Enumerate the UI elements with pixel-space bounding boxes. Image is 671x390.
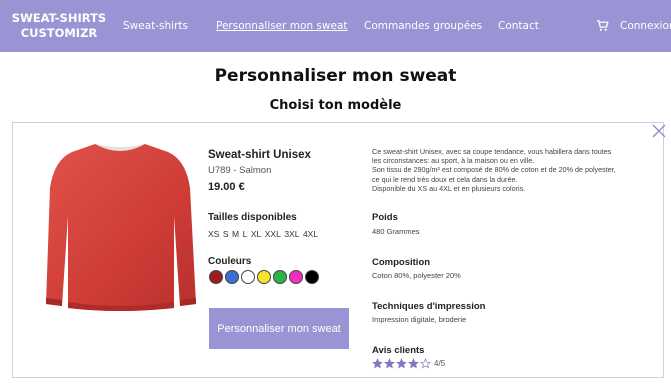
description-line: ce qui le rend très doux et cela dans la… — [372, 174, 518, 184]
size-option-4xl[interactable]: 4XL — [303, 229, 318, 239]
color-swatch-7[interactable] — [305, 270, 319, 284]
nav-link-sweat-shirts[interactable]: Sweat-shirts — [123, 20, 188, 32]
color-swatches — [209, 270, 319, 284]
customize-button[interactable]: Personnaliser mon sweat — [209, 308, 349, 349]
product-price: 19.00 € — [208, 181, 245, 193]
color-swatch-2[interactable] — [225, 270, 239, 284]
size-option-xxl[interactable]: XXL — [265, 229, 281, 239]
size-option-m[interactable]: M — [232, 229, 239, 239]
colors-label: Couleurs — [208, 256, 252, 267]
star-empty-icon — [420, 358, 431, 369]
star-filled-icon — [372, 358, 383, 369]
page-title: Personnaliser mon sweat — [214, 66, 457, 86]
size-list: XS S M L XL XXL 3XL 4XL — [208, 229, 318, 239]
description-line: Ce sweat-shirt Unisex, avec sa coupe ten… — [372, 147, 612, 156]
top-navbar: SWEAT-SHIRTS CUSTOMIZR Sweat-shirts Pers… — [0, 0, 671, 52]
description-line: Disponible du XS au 4XL et en plusieurs … — [372, 183, 526, 193]
rating-stars: 4/5 — [372, 358, 445, 369]
size-option-xl[interactable]: XL — [251, 229, 261, 239]
reviews-label: Avis clients — [372, 345, 425, 356]
product-name: Sweat-shirt Unisex — [208, 149, 311, 161]
printing-value: Impression digitale, broderie — [372, 315, 467, 324]
product-description: Ce sweat-shirt Unisex, avec sa coupe ten… — [372, 147, 652, 193]
nav-link-contact[interactable]: Contact — [498, 20, 539, 32]
composition-label: Composition — [372, 257, 431, 268]
star-filled-icon — [396, 358, 407, 369]
size-option-xs[interactable]: XS — [208, 229, 219, 239]
size-option-3xl[interactable]: 3XL — [284, 229, 299, 239]
rating-text: 4/5 — [434, 359, 446, 368]
color-swatch-4[interactable] — [257, 270, 271, 284]
close-icon[interactable] — [652, 124, 666, 138]
composition-value: Coton 80%, polyester 20% — [372, 271, 461, 280]
brand-line-1: SWEAT-SHIRTS — [11, 11, 107, 25]
size-option-s[interactable]: S — [223, 229, 229, 239]
brand-logo[interactable]: SWEAT-SHIRTS CUSTOMIZR — [9, 11, 109, 41]
color-swatch-6[interactable] — [289, 270, 303, 284]
description-line: les circonstances: au sport, à la maison… — [372, 156, 535, 166]
description-line: Son tissu de 290g/m² est composé de 80% … — [372, 165, 616, 175]
color-swatch-1[interactable] — [209, 270, 223, 284]
sizes-label: Tailles disponibles — [208, 212, 297, 223]
weight-label: Poids — [372, 212, 398, 223]
brand-line-2: CUSTOMIZR — [20, 26, 98, 40]
nav-link-commandes-groupees[interactable]: Commandes groupées — [364, 20, 482, 32]
star-filled-icon — [384, 358, 395, 369]
star-filled-icon — [408, 358, 419, 369]
weight-value: 480 Grammes — [372, 227, 420, 236]
sweatshirt-image — [46, 144, 196, 311]
size-option-l[interactable]: L — [243, 229, 248, 239]
color-swatch-3[interactable] — [241, 270, 255, 284]
login-link[interactable]: Connexion — [620, 20, 671, 32]
color-swatch-5[interactable] — [273, 270, 287, 284]
printing-label: Techniques d'impression — [372, 301, 486, 312]
cart-icon[interactable] — [596, 19, 609, 32]
nav-link-personnaliser[interactable]: Personnaliser mon sweat — [216, 20, 348, 32]
product-ref: U789 - Salmon — [208, 165, 272, 176]
section-title: Choisi ton modèle — [269, 98, 402, 113]
